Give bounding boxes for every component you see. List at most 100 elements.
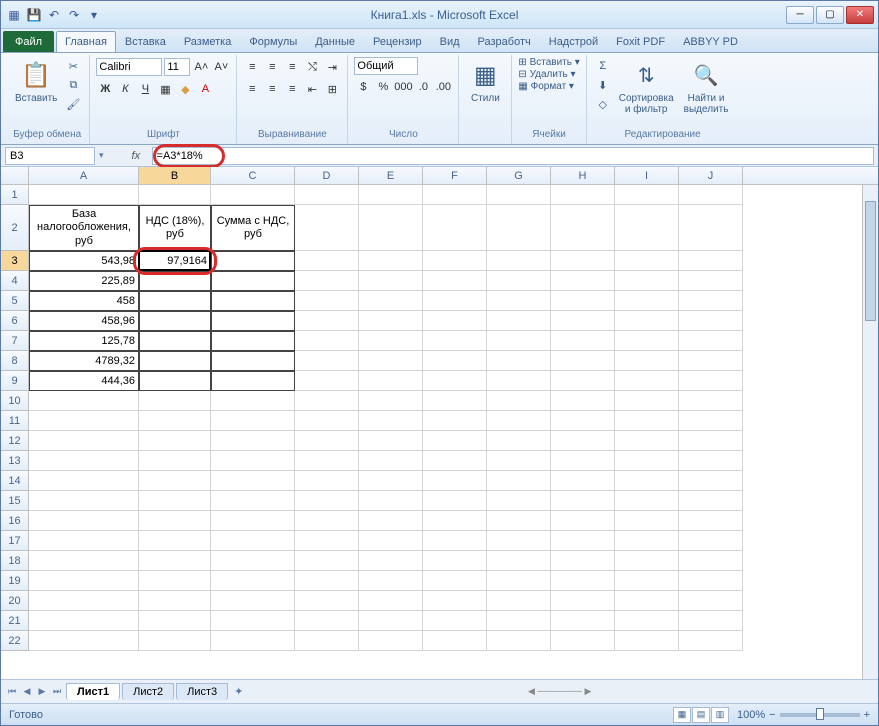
cell-J4[interactable] xyxy=(679,271,743,291)
cell-F19[interactable] xyxy=(423,571,487,591)
fill-icon[interactable]: ⬇ xyxy=(593,76,613,94)
cell-H8[interactable] xyxy=(551,351,615,371)
cell-D17[interactable] xyxy=(295,531,359,551)
align-right-icon[interactable]: ≡ xyxy=(283,80,301,98)
cell-C5[interactable] xyxy=(211,291,295,311)
cell-E5[interactable] xyxy=(359,291,423,311)
row-header-8[interactable]: 8 xyxy=(1,351,29,371)
cell-E18[interactable] xyxy=(359,551,423,571)
sheet-tab-1[interactable]: Лист1 xyxy=(66,683,120,700)
cell-J13[interactable] xyxy=(679,451,743,471)
cell-A17[interactable] xyxy=(29,531,139,551)
cell-H4[interactable] xyxy=(551,271,615,291)
cell-E2[interactable] xyxy=(359,205,423,251)
tab-abbyy[interactable]: ABBYY PD xyxy=(674,31,747,52)
cell-C14[interactable] xyxy=(211,471,295,491)
cell-D19[interactable] xyxy=(295,571,359,591)
cell-J14[interactable] xyxy=(679,471,743,491)
cell-G13[interactable] xyxy=(487,451,551,471)
align-center-icon[interactable]: ≡ xyxy=(263,80,281,98)
sheet-next-icon[interactable]: ▶ xyxy=(35,685,49,699)
cell-C1[interactable] xyxy=(211,185,295,205)
tab-addins[interactable]: Надстрой xyxy=(540,31,607,52)
cell-A1[interactable] xyxy=(29,185,139,205)
cell-I5[interactable] xyxy=(615,291,679,311)
sheet-prev-icon[interactable]: ◀ xyxy=(20,685,34,699)
cell-I12[interactable] xyxy=(615,431,679,451)
cell-I7[interactable] xyxy=(615,331,679,351)
cell-I13[interactable] xyxy=(615,451,679,471)
cell-E15[interactable] xyxy=(359,491,423,511)
cell-I11[interactable] xyxy=(615,411,679,431)
cell-B14[interactable] xyxy=(139,471,211,491)
row-header-20[interactable]: 20 xyxy=(1,591,29,611)
tab-formulas[interactable]: Формулы xyxy=(240,31,306,52)
cell-H10[interactable] xyxy=(551,391,615,411)
cell-C20[interactable] xyxy=(211,591,295,611)
cell-D22[interactable] xyxy=(295,631,359,651)
cell-A21[interactable] xyxy=(29,611,139,631)
col-header-I[interactable]: I xyxy=(615,167,679,184)
clear-icon[interactable]: ◇ xyxy=(593,95,613,113)
cell-F3[interactable] xyxy=(423,251,487,271)
cell-B13[interactable] xyxy=(139,451,211,471)
tab-layout[interactable]: Разметка xyxy=(175,31,241,52)
cell-D21[interactable] xyxy=(295,611,359,631)
cell-J10[interactable] xyxy=(679,391,743,411)
sort-filter-button[interactable]: ⇅ Сортировка и фильтр xyxy=(615,57,678,117)
cell-G4[interactable] xyxy=(487,271,551,291)
number-format-select[interactable] xyxy=(354,57,418,75)
cell-G16[interactable] xyxy=(487,511,551,531)
cell-F16[interactable] xyxy=(423,511,487,531)
autosum-icon[interactable]: Σ xyxy=(593,57,613,75)
cell-E12[interactable] xyxy=(359,431,423,451)
cell-F8[interactable] xyxy=(423,351,487,371)
orientation-icon[interactable]: ⤭ xyxy=(303,58,321,76)
row-header-16[interactable]: 16 xyxy=(1,511,29,531)
cell-C3[interactable] xyxy=(211,251,295,271)
cell-C7[interactable] xyxy=(211,331,295,351)
cell-C17[interactable] xyxy=(211,531,295,551)
cell-C12[interactable] xyxy=(211,431,295,451)
cell-I15[interactable] xyxy=(615,491,679,511)
zoom-thumb[interactable] xyxy=(816,708,824,720)
insert-cells-button[interactable]: ⊞ Вставить ▾ xyxy=(518,57,579,68)
cell-G3[interactable] xyxy=(487,251,551,271)
comma-icon[interactable]: 000 xyxy=(394,78,412,96)
cell-F13[interactable] xyxy=(423,451,487,471)
cell-I20[interactable] xyxy=(615,591,679,611)
cell-E7[interactable] xyxy=(359,331,423,351)
sheet-first-icon[interactable]: ⏮ xyxy=(5,685,19,699)
fx-icon[interactable]: fx xyxy=(132,150,148,162)
vertical-scrollbar[interactable] xyxy=(862,185,878,679)
cell-B21[interactable] xyxy=(139,611,211,631)
cell-D13[interactable] xyxy=(295,451,359,471)
cell-E14[interactable] xyxy=(359,471,423,491)
row-header-11[interactable]: 11 xyxy=(1,411,29,431)
cell-A8[interactable]: 4789,32 xyxy=(29,351,139,371)
styles-button[interactable]: ▦ Стили xyxy=(465,57,505,106)
cell-I18[interactable] xyxy=(615,551,679,571)
cell-J12[interactable] xyxy=(679,431,743,451)
paste-button[interactable]: 📋 Вставить xyxy=(11,57,61,106)
align-left-icon[interactable]: ≡ xyxy=(243,80,261,98)
cell-I16[interactable] xyxy=(615,511,679,531)
cell-D1[interactable] xyxy=(295,185,359,205)
cell-F15[interactable] xyxy=(423,491,487,511)
cell-A18[interactable] xyxy=(29,551,139,571)
cell-J8[interactable] xyxy=(679,351,743,371)
cell-B22[interactable] xyxy=(139,631,211,651)
cell-E13[interactable] xyxy=(359,451,423,471)
redo-icon[interactable]: ↷ xyxy=(65,6,83,24)
cell-A2[interactable]: База налогообложения, руб xyxy=(29,205,139,251)
cell-J21[interactable] xyxy=(679,611,743,631)
name-box-dropdown-icon[interactable]: ▾ xyxy=(99,150,104,161)
cell-H6[interactable] xyxy=(551,311,615,331)
normal-view-button[interactable]: ▦ xyxy=(673,707,691,723)
cell-J5[interactable] xyxy=(679,291,743,311)
cell-G5[interactable] xyxy=(487,291,551,311)
cell-B17[interactable] xyxy=(139,531,211,551)
row-header-15[interactable]: 15 xyxy=(1,491,29,511)
close-button[interactable]: ✕ xyxy=(846,6,874,24)
cell-G1[interactable] xyxy=(487,185,551,205)
